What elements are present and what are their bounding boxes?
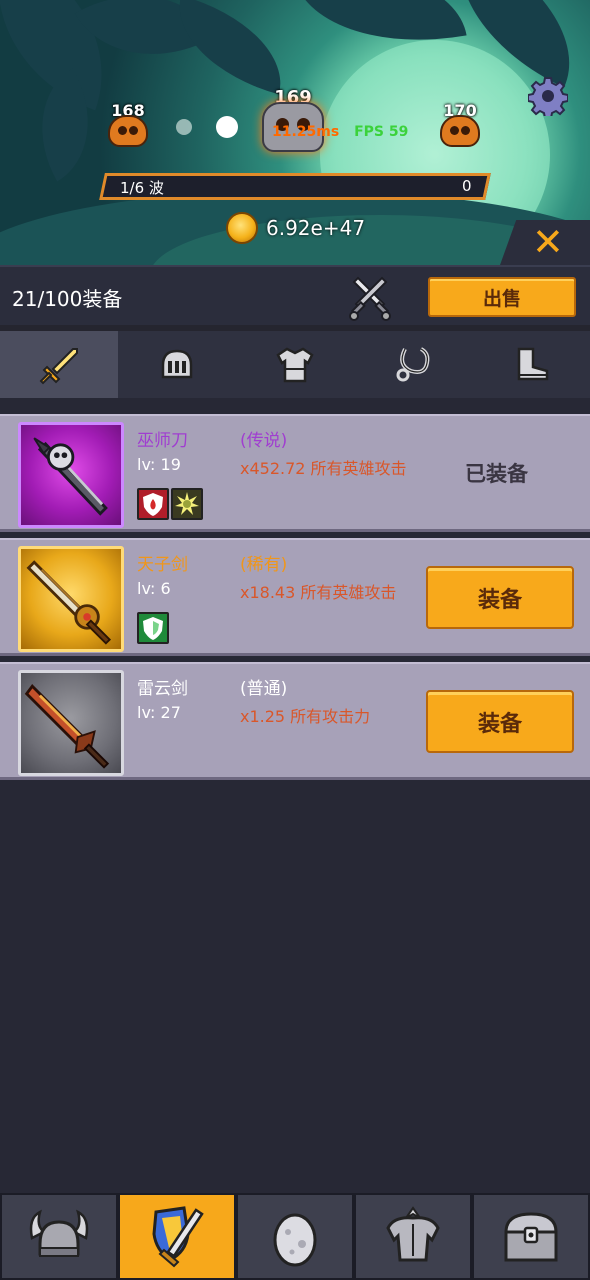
nav-equipment[interactable] <box>118 1193 236 1280</box>
wave-label: 1/6 波 <box>120 179 164 197</box>
item-bonus: x1.25 所有攻击力 <box>240 707 371 726</box>
knight-armor-icon <box>386 1205 440 1261</box>
thunder-cloud-sword-icon <box>24 684 110 769</box>
helmet-icon <box>161 349 193 378</box>
egg-icon <box>273 1213 317 1266</box>
frame-time: 11.25ms <box>272 124 340 140</box>
star-burst-icon <box>171 488 203 520</box>
tab-weapon[interactable] <box>0 331 118 398</box>
sword-icon <box>39 347 78 384</box>
foliage <box>12 68 118 182</box>
item-name: 雷云剑 <box>137 679 188 699</box>
viking-helmet-icon <box>29 1209 89 1257</box>
nav-shop[interactable] <box>472 1193 590 1280</box>
fire-shield-icon <box>137 488 169 520</box>
green-shield-icon <box>137 612 169 644</box>
item-thumbnail <box>18 546 124 652</box>
item-rarity: (普通) <box>240 679 288 699</box>
tab-armor[interactable] <box>236 331 354 398</box>
nav-hatch[interactable] <box>236 1193 354 1280</box>
item-thumbnail <box>18 670 124 776</box>
fps-counter: FPS 59 <box>354 124 409 140</box>
equipment-count: 21/100装备 <box>12 287 123 311</box>
equipment-item[interactable]: 天子剑 (稀有) lv: 6 x18.43 所有英雄攻击 装备 <box>0 538 590 656</box>
skull-icon <box>440 115 480 147</box>
item-rarity: (稀有) <box>240 555 288 575</box>
next-level-skull: 170 <box>440 103 480 147</box>
nav-heroes[interactable] <box>0 1193 118 1280</box>
item-badges <box>137 612 169 644</box>
item-bonus: x18.43 所有英雄攻击 <box>240 583 397 602</box>
emperor-sword-icon <box>26 560 112 645</box>
necklace-icon <box>396 346 430 381</box>
item-thumbnail <box>18 422 124 528</box>
crossed-swords-icon[interactable] <box>346 274 394 322</box>
wave-progress-dot-current <box>216 116 238 138</box>
item-bonus: x452.72 所有英雄攻击 <box>240 459 407 478</box>
treasure-chest-icon <box>504 1211 558 1261</box>
equipment-item[interactable]: 雷云剑 (普通) lv: 27 x1.25 所有攻击力 装备 <box>0 662 590 780</box>
settings-gear-icon[interactable] <box>528 76 568 116</box>
equip-button[interactable]: 装备 <box>426 690 574 753</box>
nav-armory[interactable] <box>354 1193 472 1280</box>
wizard-blade-icon <box>33 437 108 516</box>
gold-amount: 6.92e+47 <box>266 216 366 240</box>
equip-button[interactable]: 装备 <box>426 566 574 629</box>
item-level: lv: 27 <box>137 703 181 722</box>
equipped-label: 已装备 <box>465 462 528 486</box>
gold-coin-icon <box>226 212 258 244</box>
item-name: 天子剑 <box>137 555 188 575</box>
sell-button[interactable]: 出售 <box>428 277 576 317</box>
item-level: lv: 19 <box>137 455 181 474</box>
close-icon[interactable]: ✕ <box>532 220 564 264</box>
tab-boots[interactable] <box>472 331 590 398</box>
item-level: lv: 6 <box>137 579 171 598</box>
armor-icon <box>276 347 314 382</box>
item-rarity: (传说) <box>240 431 288 451</box>
tab-helmet[interactable] <box>118 331 236 398</box>
boots-icon <box>517 347 549 380</box>
item-badges <box>137 488 203 520</box>
wave-progress-dot <box>176 119 192 135</box>
equipment-category-tabs <box>0 331 590 398</box>
debug-overlay: 11.25ms FPS 59 <box>272 124 408 140</box>
shield-sword-icon <box>152 1205 204 1267</box>
prev-level-skull: 168 <box>108 103 148 147</box>
current-level-skull: 169 <box>262 89 324 152</box>
wave-value: 0 <box>462 177 472 195</box>
equipment-item[interactable]: 巫师刀 (传说) lv: 19 x452.72 所有英雄攻击 已装备 <box>0 414 590 532</box>
item-name: 巫师刀 <box>137 431 188 451</box>
tab-necklace[interactable] <box>354 331 472 398</box>
skull-icon <box>108 115 148 147</box>
bottom-navigation <box>0 1193 590 1280</box>
